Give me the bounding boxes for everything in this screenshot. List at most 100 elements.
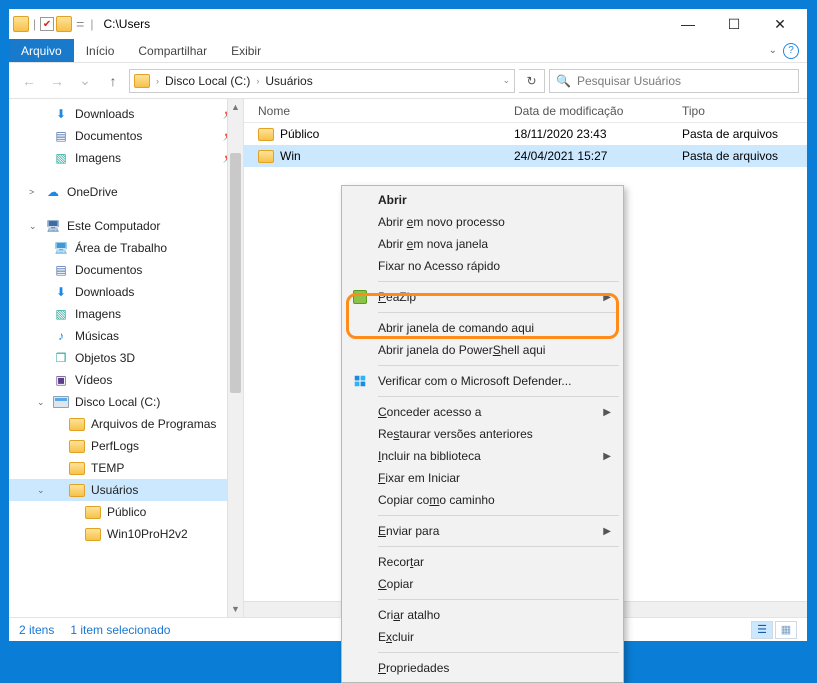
sidebar-item[interactable]: ▣Vídeos xyxy=(9,369,243,391)
close-button[interactable]: ✕ xyxy=(757,9,803,39)
scroll-down-icon[interactable]: ▼ xyxy=(228,601,243,617)
tab-inicio[interactable]: Início xyxy=(74,39,127,62)
address-bar[interactable]: › Disco Local (C:) › Usuários ⌄ xyxy=(129,69,515,93)
refresh-button[interactable]: ↻ xyxy=(519,69,545,93)
context-menu-item[interactable]: Verificar com o Microsoft Defender... xyxy=(344,370,621,392)
forward-button[interactable]: → xyxy=(45,69,69,93)
context-menu-item[interactable]: Propriedades xyxy=(344,657,621,679)
context-menu-item[interactable]: Abrir em nova janela xyxy=(344,233,621,255)
expand-icon[interactable]: ⌄ xyxy=(29,221,37,232)
table-row[interactable]: Público18/11/2020 23:43Pasta de arquivos xyxy=(244,123,807,145)
expand-icon[interactable]: > xyxy=(29,187,34,197)
menu-label: Abrir em nova janela xyxy=(378,237,488,251)
context-menu-item[interactable]: Fixar no Acesso rápido xyxy=(344,255,621,277)
sidebar-item[interactable]: Arquivos de Programas xyxy=(9,413,243,435)
sidebar-scrollbar[interactable]: ▲ ▼ xyxy=(227,99,243,617)
up-button[interactable]: ↑ xyxy=(101,69,125,93)
menu-separator xyxy=(378,365,619,366)
sidebar-item[interactable]: ⬇Downloads xyxy=(9,281,243,303)
sidebar-item[interactable]: ▧Imagens xyxy=(9,303,243,325)
chevron-down-icon[interactable]: ⌄ xyxy=(502,75,510,86)
details-view-button[interactable]: ☰ xyxy=(751,621,773,639)
sidebar-item[interactable]: ▤Documentos📌 xyxy=(9,125,243,147)
chevron-down-icon[interactable]: ⌄ xyxy=(769,45,777,56)
context-menu-item[interactable]: Fixar em Iniciar xyxy=(344,467,621,489)
sidebar-item[interactable]: 🖥Área de Trabalho xyxy=(9,237,243,259)
sidebar-item[interactable]: ▧Imagens📌 xyxy=(9,147,243,169)
menu-label: Propriedades xyxy=(378,661,449,675)
sidebar-item-label: Disco Local (C:) xyxy=(75,395,160,409)
window-title: C:\Users xyxy=(103,17,150,31)
sidebar-item[interactable]: TEMP xyxy=(9,457,243,479)
recent-locations-button[interactable]: ⌄ xyxy=(73,69,97,93)
column-type[interactable]: Tipo xyxy=(676,104,807,118)
context-menu-item[interactable]: Conceder acesso a▶ xyxy=(344,401,621,423)
tab-exibir[interactable]: Exibir xyxy=(219,39,273,62)
sidebar-item-label: Imagens xyxy=(75,151,121,165)
context-menu-item[interactable]: Abrir xyxy=(344,189,621,211)
submenu-arrow-icon: ▶ xyxy=(603,407,611,418)
expand-icon[interactable]: ⌄ xyxy=(37,397,45,408)
table-row[interactable]: Win24/04/2021 15:27Pasta de arquivos xyxy=(244,145,807,167)
context-menu-item[interactable]: Copiar xyxy=(344,573,621,595)
tab-arquivo[interactable]: Arquivo xyxy=(9,39,74,62)
context-menu-item[interactable]: Enviar para▶ xyxy=(344,520,621,542)
ribbon-tabs: Arquivo Início Compartilhar Exibir ⌄ ? xyxy=(9,39,807,63)
overflow-icon[interactable]: = xyxy=(76,16,84,32)
menu-label: Abrir janela de comando aqui xyxy=(378,321,534,335)
breadcrumb-segment[interactable]: Usuários xyxy=(265,74,312,88)
chevron-right-icon[interactable]: › xyxy=(256,76,259,86)
context-menu-item[interactable]: Excluir xyxy=(344,626,621,648)
column-date[interactable]: Data de modificação xyxy=(508,104,676,118)
navigation-pane[interactable]: ⬇Downloads📌▤Documentos📌▧Imagens📌 >☁OneDri… xyxy=(9,99,244,617)
folder-icon xyxy=(56,16,72,32)
sidebar-item[interactable]: ⌄Usuários xyxy=(9,479,243,501)
context-menu-item[interactable]: Recortar xyxy=(344,551,621,573)
search-input[interactable]: 🔍 Pesquisar Usuários xyxy=(549,69,799,93)
sidebar-item[interactable]: ❒Objetos 3D xyxy=(9,347,243,369)
context-menu-item[interactable]: Abrir janela de comando aqui xyxy=(344,317,621,339)
column-name[interactable]: Nome xyxy=(252,104,508,118)
sidebar-item[interactable]: ⌄🖥Este Computador xyxy=(9,215,243,237)
context-menu[interactable]: AbrirAbrir em novo processo Abrir em nova… xyxy=(341,185,624,683)
maximize-button[interactable]: ☐ xyxy=(711,9,757,39)
context-menu-item[interactable]: PeaZip▶ xyxy=(344,286,621,308)
submenu-arrow-icon: ▶ xyxy=(603,526,611,537)
sidebar-item[interactable]: ⬇Downloads📌 xyxy=(9,103,243,125)
checkbox-icon[interactable]: ✔ xyxy=(40,17,54,31)
menu-separator xyxy=(378,546,619,547)
sidebar-item[interactable]: ⌄ Disco Local (C:) xyxy=(9,391,243,413)
sidebar-item[interactable]: ♪Músicas xyxy=(9,325,243,347)
sidebar-item[interactable]: ▤Documentos xyxy=(9,259,243,281)
menu-label: Excluir xyxy=(378,630,414,644)
sidebar-item-label: Público xyxy=(107,505,146,519)
icons-view-button[interactable]: ▦ xyxy=(775,621,797,639)
sidebar-item-label: Vídeos xyxy=(75,373,112,387)
quick-access-toolbar: | ✔ = | xyxy=(13,16,95,32)
minimize-button[interactable]: — xyxy=(665,9,711,39)
sidebar-item[interactable]: PerfLogs xyxy=(9,435,243,457)
context-menu-item[interactable]: Copiar como caminho xyxy=(344,489,621,511)
breadcrumb-segment[interactable]: Disco Local (C:) xyxy=(165,74,250,88)
sidebar-item[interactable]: Win10ProH2v2 xyxy=(9,523,243,545)
scroll-up-icon[interactable]: ▲ xyxy=(228,99,243,115)
expand-icon[interactable]: ⌄ xyxy=(37,485,45,496)
column-headers[interactable]: Nome Data de modificação Tipo xyxy=(244,99,807,123)
menu-label: Criar atalho xyxy=(378,608,440,622)
sidebar-item-label: Músicas xyxy=(75,329,119,343)
menu-label: Recortar xyxy=(378,555,424,569)
back-button[interactable]: ← xyxy=(17,69,41,93)
sidebar-item[interactable]: >☁OneDrive xyxy=(9,181,243,203)
scrollbar-thumb[interactable] xyxy=(230,153,241,393)
chevron-right-icon[interactable]: › xyxy=(156,76,159,86)
titlebar[interactable]: | ✔ = | C:\Users — ☐ ✕ xyxy=(9,9,807,39)
context-menu-item[interactable]: Abrir janela do PowerShell aqui xyxy=(344,339,621,361)
context-menu-item[interactable]: Incluir na biblioteca▶ xyxy=(344,445,621,467)
context-menu-item[interactable]: Criar atalho xyxy=(344,604,621,626)
help-button[interactable]: ? xyxy=(783,43,799,59)
tab-compartilhar[interactable]: Compartilhar xyxy=(126,39,219,62)
context-menu-item[interactable]: Restaurar versões anteriores xyxy=(344,423,621,445)
sidebar-item[interactable]: Público xyxy=(9,501,243,523)
sidebar-item-label: Este Computador xyxy=(67,219,160,233)
context-menu-item[interactable]: Abrir em novo processo xyxy=(344,211,621,233)
